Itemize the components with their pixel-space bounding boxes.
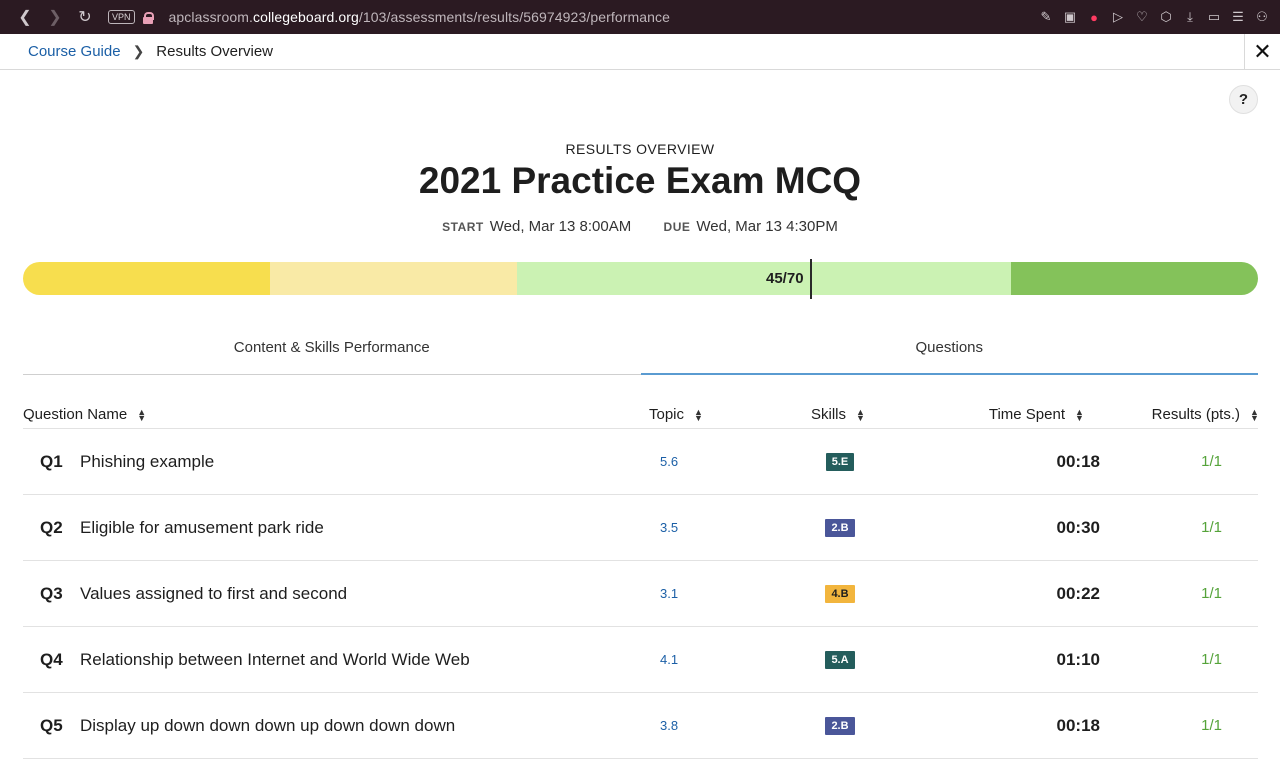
due-value: Wed, Mar 13 4:30PM [696, 218, 838, 235]
score-segment [23, 262, 270, 295]
skill-badge: 5.A [825, 650, 855, 669]
result-points: 1/1 [1201, 651, 1222, 668]
time-spent: 01:10 [1056, 649, 1100, 669]
lock-icon[interactable] [142, 11, 154, 24]
table-row[interactable]: Q4 Relationship between Internet and Worl… [23, 627, 1258, 693]
question-number: Q2 [40, 517, 63, 537]
question-name[interactable]: Relationship between Internet and World … [80, 650, 640, 670]
skill-cell: 2.B [720, 518, 960, 537]
breadcrumb-course-guide[interactable]: Course Guide [28, 43, 121, 60]
chevron-right-icon: ❯ [132, 43, 145, 59]
time-spent: 00:18 [1056, 715, 1100, 735]
header-skills[interactable]: Skills ▲ ▼ [763, 406, 893, 423]
question-name[interactable]: Eligible for amusement park ride [80, 518, 640, 538]
table-body: Q1 Phishing example 5.6 5.E 00:18 1/1 Q2 Eligib… [23, 429, 1258, 759]
result-points: 1/1 [1201, 717, 1222, 734]
menu-icon[interactable]: ☰ [1230, 9, 1246, 25]
back-arrow-icon[interactable]: ❮ [10, 0, 40, 34]
sort-icon[interactable]: ▲ ▼ [137, 407, 146, 422]
header-results[interactable]: Results (pts.) ▲ ▼ [1083, 406, 1259, 423]
skill-badge: 5.E [825, 452, 855, 471]
header-topic[interactable]: Topic ▲ ▼ [613, 406, 763, 423]
topic-link[interactable]: 3.1 [640, 586, 720, 601]
score-segment [1011, 262, 1258, 295]
skill-badge: 2.B [825, 716, 855, 735]
question-name[interactable]: Display up down down down up down down d… [80, 716, 640, 736]
topic-link[interactable]: 5.6 [640, 454, 720, 469]
profile-icon[interactable]: ⚇ [1254, 9, 1270, 25]
topic-link[interactable]: 3.5 [640, 520, 720, 535]
skill-badge: 4.B [825, 584, 855, 603]
results-tabs: Content & Skills Performance Questions [23, 330, 1258, 375]
questions-table: Question Name ▲ ▼ Topic ▲ ▼ Skills ▲ ▼ Time Sp… [23, 400, 1259, 759]
start-label: START [442, 220, 484, 234]
sort-icon[interactable]: ▲ ▼ [1250, 407, 1259, 422]
due-label: DUE [663, 220, 691, 234]
url-domain: collegeboard.org [252, 9, 359, 25]
score-segment [270, 262, 517, 295]
score-segment [517, 262, 764, 295]
vpn-badge[interactable]: VPN [108, 10, 135, 24]
page-subtitle: RESULTS OVERVIEW [565, 141, 715, 157]
camera-icon[interactable]: ▣ [1062, 9, 1078, 25]
skill-cell: 2.B [720, 716, 960, 735]
question-number: Q5 [40, 715, 63, 735]
app-header: Course Guide ❯ Results Overview ✕ [0, 34, 1280, 70]
tab-content-skills[interactable]: Content & Skills Performance [23, 330, 641, 375]
help-button[interactable]: ? [1229, 85, 1258, 114]
heart-icon[interactable]: ♡ [1134, 9, 1150, 25]
header-time-spent[interactable]: Time Spent ▲ ▼ [893, 406, 1084, 423]
tab-questions[interactable]: Questions [640, 330, 1258, 375]
battery-icon[interactable]: ▭ [1206, 9, 1222, 25]
download-icon[interactable]: ⤓ [1182, 9, 1198, 25]
table-header: Question Name ▲ ▼ Topic ▲ ▼ Skills ▲ ▼ Time Sp… [23, 400, 1259, 429]
question-name[interactable]: Values assigned to first and second [80, 584, 640, 604]
url-path: /103/assessments/results/56974923/perfor… [358, 9, 671, 25]
page-title: 2021 Practice Exam MCQ [418, 160, 862, 201]
score-marker [810, 259, 812, 299]
time-spent: 00:22 [1056, 583, 1100, 603]
shield-icon[interactable]: ● [1086, 9, 1102, 25]
sort-icon[interactable]: ▲ ▼ [1075, 407, 1084, 422]
close-icon: ✕ [1253, 39, 1272, 64]
score-bar [23, 262, 1258, 295]
topic-link[interactable]: 3.8 [640, 718, 720, 733]
question-name[interactable]: Phishing example [80, 452, 640, 472]
start-value: Wed, Mar 13 8:00AM [489, 218, 632, 235]
sort-icon[interactable]: ▲ ▼ [856, 407, 865, 422]
table-row[interactable]: Q3 Values assigned to first and second 3.1… [23, 561, 1258, 627]
forward-arrow-icon[interactable]: ❯ [40, 0, 70, 34]
url-prefix: apclassroom. [168, 9, 253, 25]
table-row[interactable]: Q2 Eligible for amusement park ride 3.5 2.B… [23, 495, 1258, 561]
score-value: 45/70 [766, 270, 804, 287]
address-bar[interactable]: apclassroom.collegeboard.org/103/assessm… [169, 9, 671, 25]
table-row[interactable]: Q1 Phishing example 5.6 5.E 00:18 1/1 [23, 429, 1258, 495]
time-spent: 00:30 [1056, 517, 1100, 537]
send-icon[interactable]: ▷ [1110, 9, 1126, 25]
question-number: Q1 [40, 451, 63, 471]
skill-badge: 2.B [825, 518, 855, 537]
topic-link[interactable]: 4.1 [640, 652, 720, 667]
skill-cell: 5.A [720, 650, 960, 669]
result-points: 1/1 [1201, 585, 1222, 602]
breadcrumb-current: Results Overview [156, 43, 273, 60]
result-points: 1/1 [1201, 453, 1222, 470]
header-question-name[interactable]: Question Name ▲ ▼ [23, 406, 613, 423]
skill-cell: 4.B [720, 584, 960, 603]
edit-icon[interactable]: ✎ [1038, 9, 1054, 25]
time-spent: 00:18 [1056, 451, 1100, 471]
question-number: Q3 [40, 583, 63, 603]
sort-icon[interactable]: ▲ ▼ [694, 407, 703, 422]
table-row[interactable]: Q5 Display up down down down up down down… [23, 693, 1258, 759]
reload-icon[interactable]: ↻ [70, 0, 100, 34]
cube-icon[interactable]: ⬡ [1158, 9, 1174, 25]
close-button[interactable]: ✕ [1244, 34, 1280, 70]
browser-toolbar: ❮ ❯ ↻ VPN apclassroom.collegeboard.org/1… [0, 0, 1280, 34]
skill-cell: 5.E [720, 452, 960, 471]
question-number: Q4 [40, 649, 63, 669]
assessment-dates: START Wed, Mar 13 8:00AM DUE Wed, Mar 13 4… [0, 218, 1280, 235]
result-points: 1/1 [1201, 519, 1222, 536]
